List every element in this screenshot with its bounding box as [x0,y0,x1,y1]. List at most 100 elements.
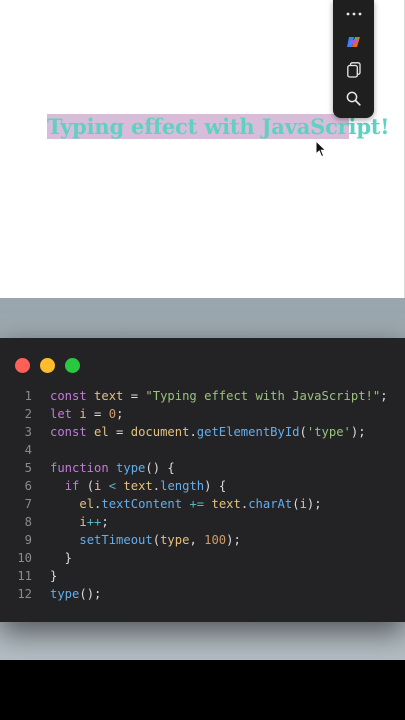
code-token: . [189,425,197,439]
code-token: ; [101,515,109,529]
code-line: 9 setTimeout(type, 100); [0,531,405,549]
code-text: setTimeout(type, 100); [50,531,241,549]
code-line: 7 el.textContent += text.charAt(i); [0,495,405,513]
code-token: += [189,497,205,511]
code-token: "Typing effect with JavaScript!" [145,389,381,403]
code-token: () { [145,461,175,475]
code-token: 'type' [306,425,351,439]
code-text: const text = "Typing effect with JavaScr… [50,387,388,405]
search-icon[interactable] [333,84,374,112]
code-token: text [94,389,124,403]
code-text: if (i < text.length) { [50,477,226,495]
code-token: ; [380,389,388,403]
line-number: 1 [24,389,32,403]
code-line: 3 const el = document.getElementById('typ… [0,423,405,441]
code-text: i++; [50,513,109,531]
copilot-icon[interactable] [333,28,374,56]
code-token: el [94,425,109,439]
code-token: ; [116,407,124,421]
mouse-pointer-icon [315,139,327,162]
code-token: = [108,425,131,439]
line-number: 12 [17,587,32,601]
code-token: getElementById [196,425,300,439]
browser-viewport: Typing effect with JavaScript! [0,0,405,298]
code-token: textContent [101,497,183,511]
code-token: } [50,551,73,565]
code-line: 10 } [0,549,405,567]
line-number: 8 [24,515,32,529]
heading-selected-text: Typing effect with JavaScr [47,114,349,139]
code-token: ( [152,533,161,547]
code-text: const el = document.getElementById('type… [50,423,366,441]
code-token: = [86,407,109,421]
code-token: charAt [248,497,293,511]
code-token: text [211,497,241,511]
selection-toolbar [333,0,374,118]
code-token: i [299,497,307,511]
code-token: < [108,479,117,493]
code-token: type [50,587,80,601]
line-number: 2 [24,407,32,421]
code-token: ); [226,533,241,547]
code-editor-window: 1 const text = "Typing effect with JavaSc… [0,338,405,622]
more-icon[interactable] [333,0,374,28]
close-window-button[interactable] [15,358,30,373]
code-token: function [50,461,117,475]
line-number: 10 [17,551,32,565]
code-text: } [50,567,57,585]
code-text: } [50,549,72,567]
line-number: 11 [17,569,32,583]
code-token: document [130,425,190,439]
code-line: 4 [0,441,405,459]
code-text: function type() { [50,459,175,477]
code-token: type [116,461,146,475]
code-token: i [79,407,87,421]
code-text: let i = 0; [50,405,123,423]
code-token: , [189,533,205,547]
code-token: (); [79,587,102,601]
code-token: = [123,389,146,403]
copy-icon[interactable] [333,56,374,84]
code-token: ) { [204,479,227,493]
code-line: 11} [0,567,405,585]
code-token: el [79,497,95,511]
minimize-window-button[interactable] [40,358,55,373]
line-number: 3 [24,425,32,439]
line-number: 5 [24,461,32,475]
code-token: ( [299,425,307,439]
code-token: 0 [108,407,117,421]
code-token: i [79,515,87,529]
code-token: } [50,569,58,583]
code-token: text [123,479,153,493]
code-line: 8 i++; [0,513,405,531]
line-number: 4 [24,443,32,457]
code-token: ++ [86,515,102,529]
line-number: 9 [24,533,32,547]
code-line: 12 type(); [0,585,405,603]
code-token: 100 [204,533,227,547]
code-token: ( [86,479,95,493]
code-block: 1 const text = "Typing effect with JavaSc… [0,387,405,603]
maximize-window-button[interactable] [65,358,80,373]
code-token: if [64,479,87,493]
code-line: 5 function type() { [0,459,405,477]
line-number: 6 [24,479,32,493]
code-token: type [160,533,190,547]
code-token: ( [292,497,300,511]
code-token: setTimeout [79,533,153,547]
code-line: 1 const text = "Typing effect with JavaSc… [0,387,405,405]
code-token: const [50,425,95,439]
code-line: 2 let i = 0; [0,405,405,423]
code-text: el.textContent += text.charAt(i); [50,495,322,513]
line-number: 7 [24,497,32,511]
code-line: 6 if (i < text.length) { [0,477,405,495]
code-token: let [50,407,80,421]
code-token: const [50,389,95,403]
code-token: ); [306,497,322,511]
code-text: type(); [50,585,101,603]
